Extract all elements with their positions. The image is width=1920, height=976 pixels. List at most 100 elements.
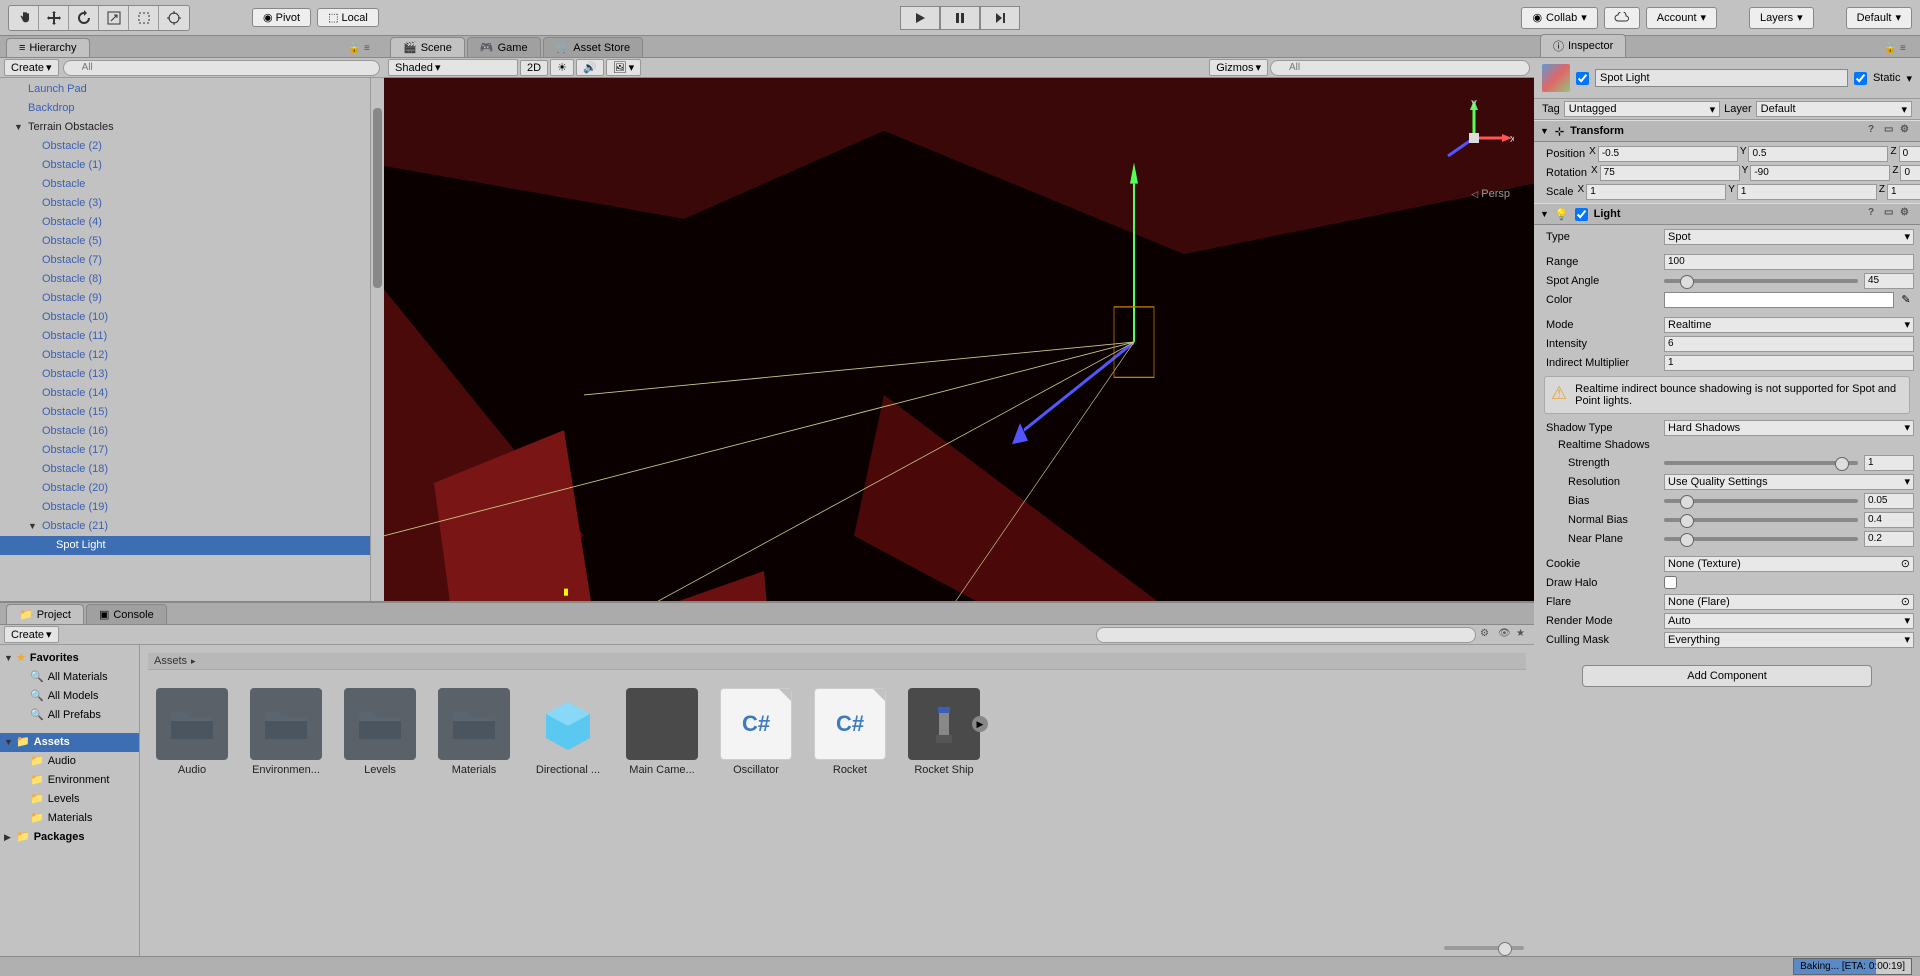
intensity-input[interactable] xyxy=(1664,336,1914,352)
hierarchy-create-dropdown[interactable]: Create▾ xyxy=(4,59,59,76)
hierarchy-item[interactable]: Obstacle (17) xyxy=(0,441,384,460)
range-input[interactable] xyxy=(1664,254,1914,270)
bias-input[interactable] xyxy=(1864,493,1914,509)
mode-dropdown[interactable]: Realtime▾ xyxy=(1664,317,1914,333)
asset-item[interactable]: Environmen... xyxy=(250,688,322,776)
asset-subfolder[interactable]: 📁Environment xyxy=(0,771,139,790)
gameobject-name-input[interactable] xyxy=(1595,69,1848,87)
hierarchy-item[interactable]: Obstacle (8) xyxy=(0,270,384,289)
hierarchy-item[interactable]: Obstacle (3) xyxy=(0,194,384,213)
cookie-field[interactable]: None (Texture)⊙ xyxy=(1664,556,1914,572)
help-icon[interactable]: ? xyxy=(1868,207,1882,221)
normal-bias-input[interactable] xyxy=(1864,512,1914,528)
play-button[interactable] xyxy=(900,6,940,30)
asset-subfolder[interactable]: 📁Levels xyxy=(0,790,139,809)
asset-store-tab[interactable]: 🛒Asset Store xyxy=(543,37,644,57)
hierarchy-item[interactable]: Obstacle (18) xyxy=(0,460,384,479)
inspector-tab[interactable]: ⓘInspector xyxy=(1540,34,1626,57)
hierarchy-search-input[interactable] xyxy=(63,60,380,76)
console-tab[interactable]: ▣Console xyxy=(86,604,167,624)
near-input[interactable] xyxy=(1864,531,1914,547)
panel-lock-icon[interactable]: 🔒 xyxy=(348,43,362,57)
eyedropper-icon[interactable]: ✎ xyxy=(1898,292,1914,308)
local-toggle[interactable]: ⬚ Local xyxy=(317,8,379,27)
transform-header[interactable]: ▼⊹Transform ?▭⚙ xyxy=(1534,120,1920,142)
scale-y-input[interactable] xyxy=(1737,184,1877,200)
pos-z-input[interactable] xyxy=(1899,146,1920,162)
bias-slider[interactable] xyxy=(1664,499,1858,503)
asset-item[interactable]: Directional ... xyxy=(532,688,604,776)
hierarchy-item[interactable]: Obstacle (19) xyxy=(0,498,384,517)
hierarchy-item[interactable]: Obstacle (5) xyxy=(0,232,384,251)
near-slider[interactable] xyxy=(1664,537,1858,541)
rot-z-input[interactable] xyxy=(1900,165,1920,181)
fx-toggle[interactable]: 🖼▾ xyxy=(606,59,642,76)
asset-item[interactable]: C#Rocket xyxy=(814,688,886,776)
normal-bias-slider[interactable] xyxy=(1664,518,1858,522)
hierarchy-item[interactable]: ▼Terrain Obstacles xyxy=(0,118,384,137)
asset-subfolder[interactable]: 📁Materials xyxy=(0,809,139,828)
hierarchy-item[interactable]: ▼Obstacle (21) xyxy=(0,517,384,536)
inspector-menu-icon[interactable]: ≡ xyxy=(1900,43,1914,57)
gear-icon[interactable]: ⚙ xyxy=(1900,207,1914,221)
gear-icon[interactable]: ⚙ xyxy=(1900,124,1914,138)
asset-item[interactable]: ▶Rocket Ship xyxy=(908,688,980,776)
hierarchy-item[interactable]: Obstacle (4) xyxy=(0,213,384,232)
hierarchy-item[interactable]: Obstacle (1) xyxy=(0,156,384,175)
scene-tab[interactable]: 🎬Scene xyxy=(390,37,465,57)
hierarchy-item[interactable]: Obstacle (10) xyxy=(0,308,384,327)
add-component-button[interactable]: Add Component xyxy=(1582,665,1872,687)
unified-tool[interactable] xyxy=(159,6,189,30)
hierarchy-item[interactable]: Spot Light xyxy=(0,536,384,555)
fav-item[interactable]: 🔍All Prefabs xyxy=(0,706,139,725)
hand-tool[interactable] xyxy=(9,6,39,30)
hierarchy-item[interactable]: Obstacle (20) xyxy=(0,479,384,498)
help-icon[interactable]: ? xyxy=(1868,124,1882,138)
color-field[interactable] xyxy=(1664,292,1894,308)
gameobject-active-checkbox[interactable] xyxy=(1576,72,1589,85)
move-tool[interactable] xyxy=(39,6,69,30)
shadow-type-dropdown[interactable]: Hard Shadows▾ xyxy=(1664,420,1914,436)
rot-x-input[interactable] xyxy=(1600,165,1740,181)
scale-z-input[interactable] xyxy=(1887,184,1920,200)
step-button[interactable] xyxy=(980,6,1020,30)
light-enabled-checkbox[interactable] xyxy=(1575,208,1588,221)
hierarchy-item[interactable]: Backdrop xyxy=(0,99,384,118)
render-mode-dropdown[interactable]: Auto▾ xyxy=(1664,613,1914,629)
filter-icon[interactable]: ⚙ xyxy=(1480,628,1494,642)
asset-grid[interactable]: Assets▸ AudioEnvironmen...LevelsMaterial… xyxy=(140,645,1534,956)
breadcrumb[interactable]: Assets▸ xyxy=(148,653,1526,670)
draw-halo-checkbox[interactable] xyxy=(1664,576,1677,589)
static-checkbox[interactable] xyxy=(1854,72,1867,85)
fav-item[interactable]: 🔍All Models xyxy=(0,687,139,706)
project-tree[interactable]: ▼★Favorites 🔍All Materials 🔍All Models 🔍… xyxy=(0,645,140,956)
project-create-dropdown[interactable]: Create▾ xyxy=(4,626,59,643)
cloud-button[interactable] xyxy=(1604,7,1640,29)
asset-item[interactable]: Materials xyxy=(438,688,510,776)
rotate-tool[interactable] xyxy=(69,6,99,30)
layout-dropdown[interactable]: Default▾ xyxy=(1846,7,1912,29)
asset-item[interactable]: Levels xyxy=(344,688,416,776)
packages-folder[interactable]: ▶📁Packages xyxy=(0,828,139,847)
scene-search-input[interactable] xyxy=(1270,60,1530,76)
rect-tool[interactable] xyxy=(129,6,159,30)
orientation-gizmo[interactable]: y x xyxy=(1434,98,1514,178)
gizmos-dropdown[interactable]: Gizmos▾ xyxy=(1209,59,1268,76)
game-tab[interactable]: 🎮Game xyxy=(467,37,541,57)
indirect-input[interactable] xyxy=(1664,355,1914,371)
rot-y-input[interactable] xyxy=(1750,165,1890,181)
hierarchy-item[interactable]: Obstacle (13) xyxy=(0,365,384,384)
pos-x-input[interactable] xyxy=(1598,146,1738,162)
hierarchy-item[interactable]: Obstacle (2) xyxy=(0,137,384,156)
fav-item[interactable]: 🔍All Materials xyxy=(0,668,139,687)
hierarchy-item[interactable]: Obstacle xyxy=(0,175,384,194)
flare-field[interactable]: None (Flare)⊙ xyxy=(1664,594,1914,610)
layer-dropdown[interactable]: Default▾ xyxy=(1756,101,1912,117)
grid-size-slider[interactable] xyxy=(1444,946,1524,950)
light-header[interactable]: ▼💡Light ?▭⚙ xyxy=(1534,203,1920,225)
inspector-lock-icon[interactable]: 🔒 xyxy=(1884,43,1898,57)
panel-menu-icon[interactable]: ≡ xyxy=(364,43,378,57)
static-dropdown-icon[interactable]: ▾ xyxy=(1906,72,1912,85)
hierarchy-item[interactable]: Obstacle (14) xyxy=(0,384,384,403)
hierarchy-item[interactable]: Obstacle (15) xyxy=(0,403,384,422)
